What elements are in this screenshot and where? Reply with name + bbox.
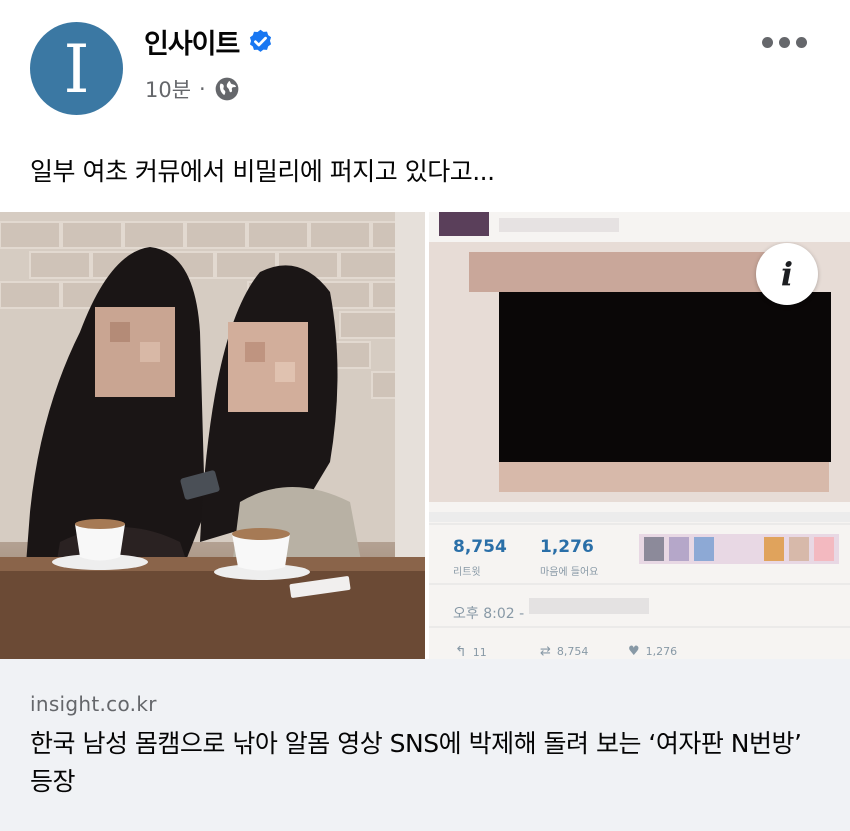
- tweet-likes-label: 마음에 들어요: [540, 567, 599, 578]
- reply-icon: ↰: [455, 644, 467, 660]
- info-icon[interactable]: i: [756, 243, 818, 305]
- post-time[interactable]: 10분: [145, 74, 191, 104]
- page-name-row: 인사이트: [144, 22, 274, 61]
- tweet-like-count: 1,276: [645, 645, 678, 658]
- heart-icon: ♥: [628, 644, 640, 659]
- tweet-reply-count: 11: [472, 645, 487, 659]
- tweet-retweets-label: 리트윗: [453, 567, 481, 578]
- post-header: I 인사이트 10분 ·: [0, 0, 850, 130]
- post-meta: 10분 ·: [145, 74, 240, 104]
- avatar-logo-letter: I: [63, 30, 90, 108]
- retweet-icon: ⇄: [540, 644, 551, 659]
- link-preview-card[interactable]: insight.co.kr 한국 남성 몸캠으로 낚아 알몸 영상 SNS에 박…: [0, 659, 850, 831]
- photo-women-with-phone: [0, 212, 425, 659]
- more-dot: [779, 36, 790, 48]
- globe-icon[interactable]: [214, 76, 240, 102]
- tweet-likes-count: 1,276: [540, 537, 594, 557]
- post-text: 일부 여초 커뮤에서 비밀리에 퍼지고 있다고...: [30, 157, 495, 186]
- link-preview-image[interactable]: [0, 212, 850, 659]
- tweet-retweet-count: 8,754: [556, 645, 589, 658]
- more-dot: [796, 36, 807, 48]
- page-avatar[interactable]: I: [30, 22, 123, 115]
- verified-badge-icon: [247, 28, 274, 55]
- link-title[interactable]: 한국 남성 몸캠으로 낚아 알몸 영상 SNS에 박제해 돌려 보는 ‘여자판 …: [30, 725, 830, 801]
- more-options-icon[interactable]: [762, 36, 808, 48]
- more-dot: [762, 36, 773, 48]
- tweet-retweets-count: 8,754: [453, 537, 507, 557]
- page-name[interactable]: 인사이트: [144, 22, 240, 61]
- tweet-reply-action: ↰ 11: [455, 644, 487, 660]
- tweet-time: 오후 8:02 -: [453, 606, 525, 622]
- tweet-like-action: ♥ 1,276: [628, 644, 677, 659]
- tweet-retweet-action: ⇄ 8,754: [540, 644, 588, 659]
- meta-separator: ·: [199, 77, 206, 101]
- link-domain: insight.co.kr: [30, 692, 157, 716]
